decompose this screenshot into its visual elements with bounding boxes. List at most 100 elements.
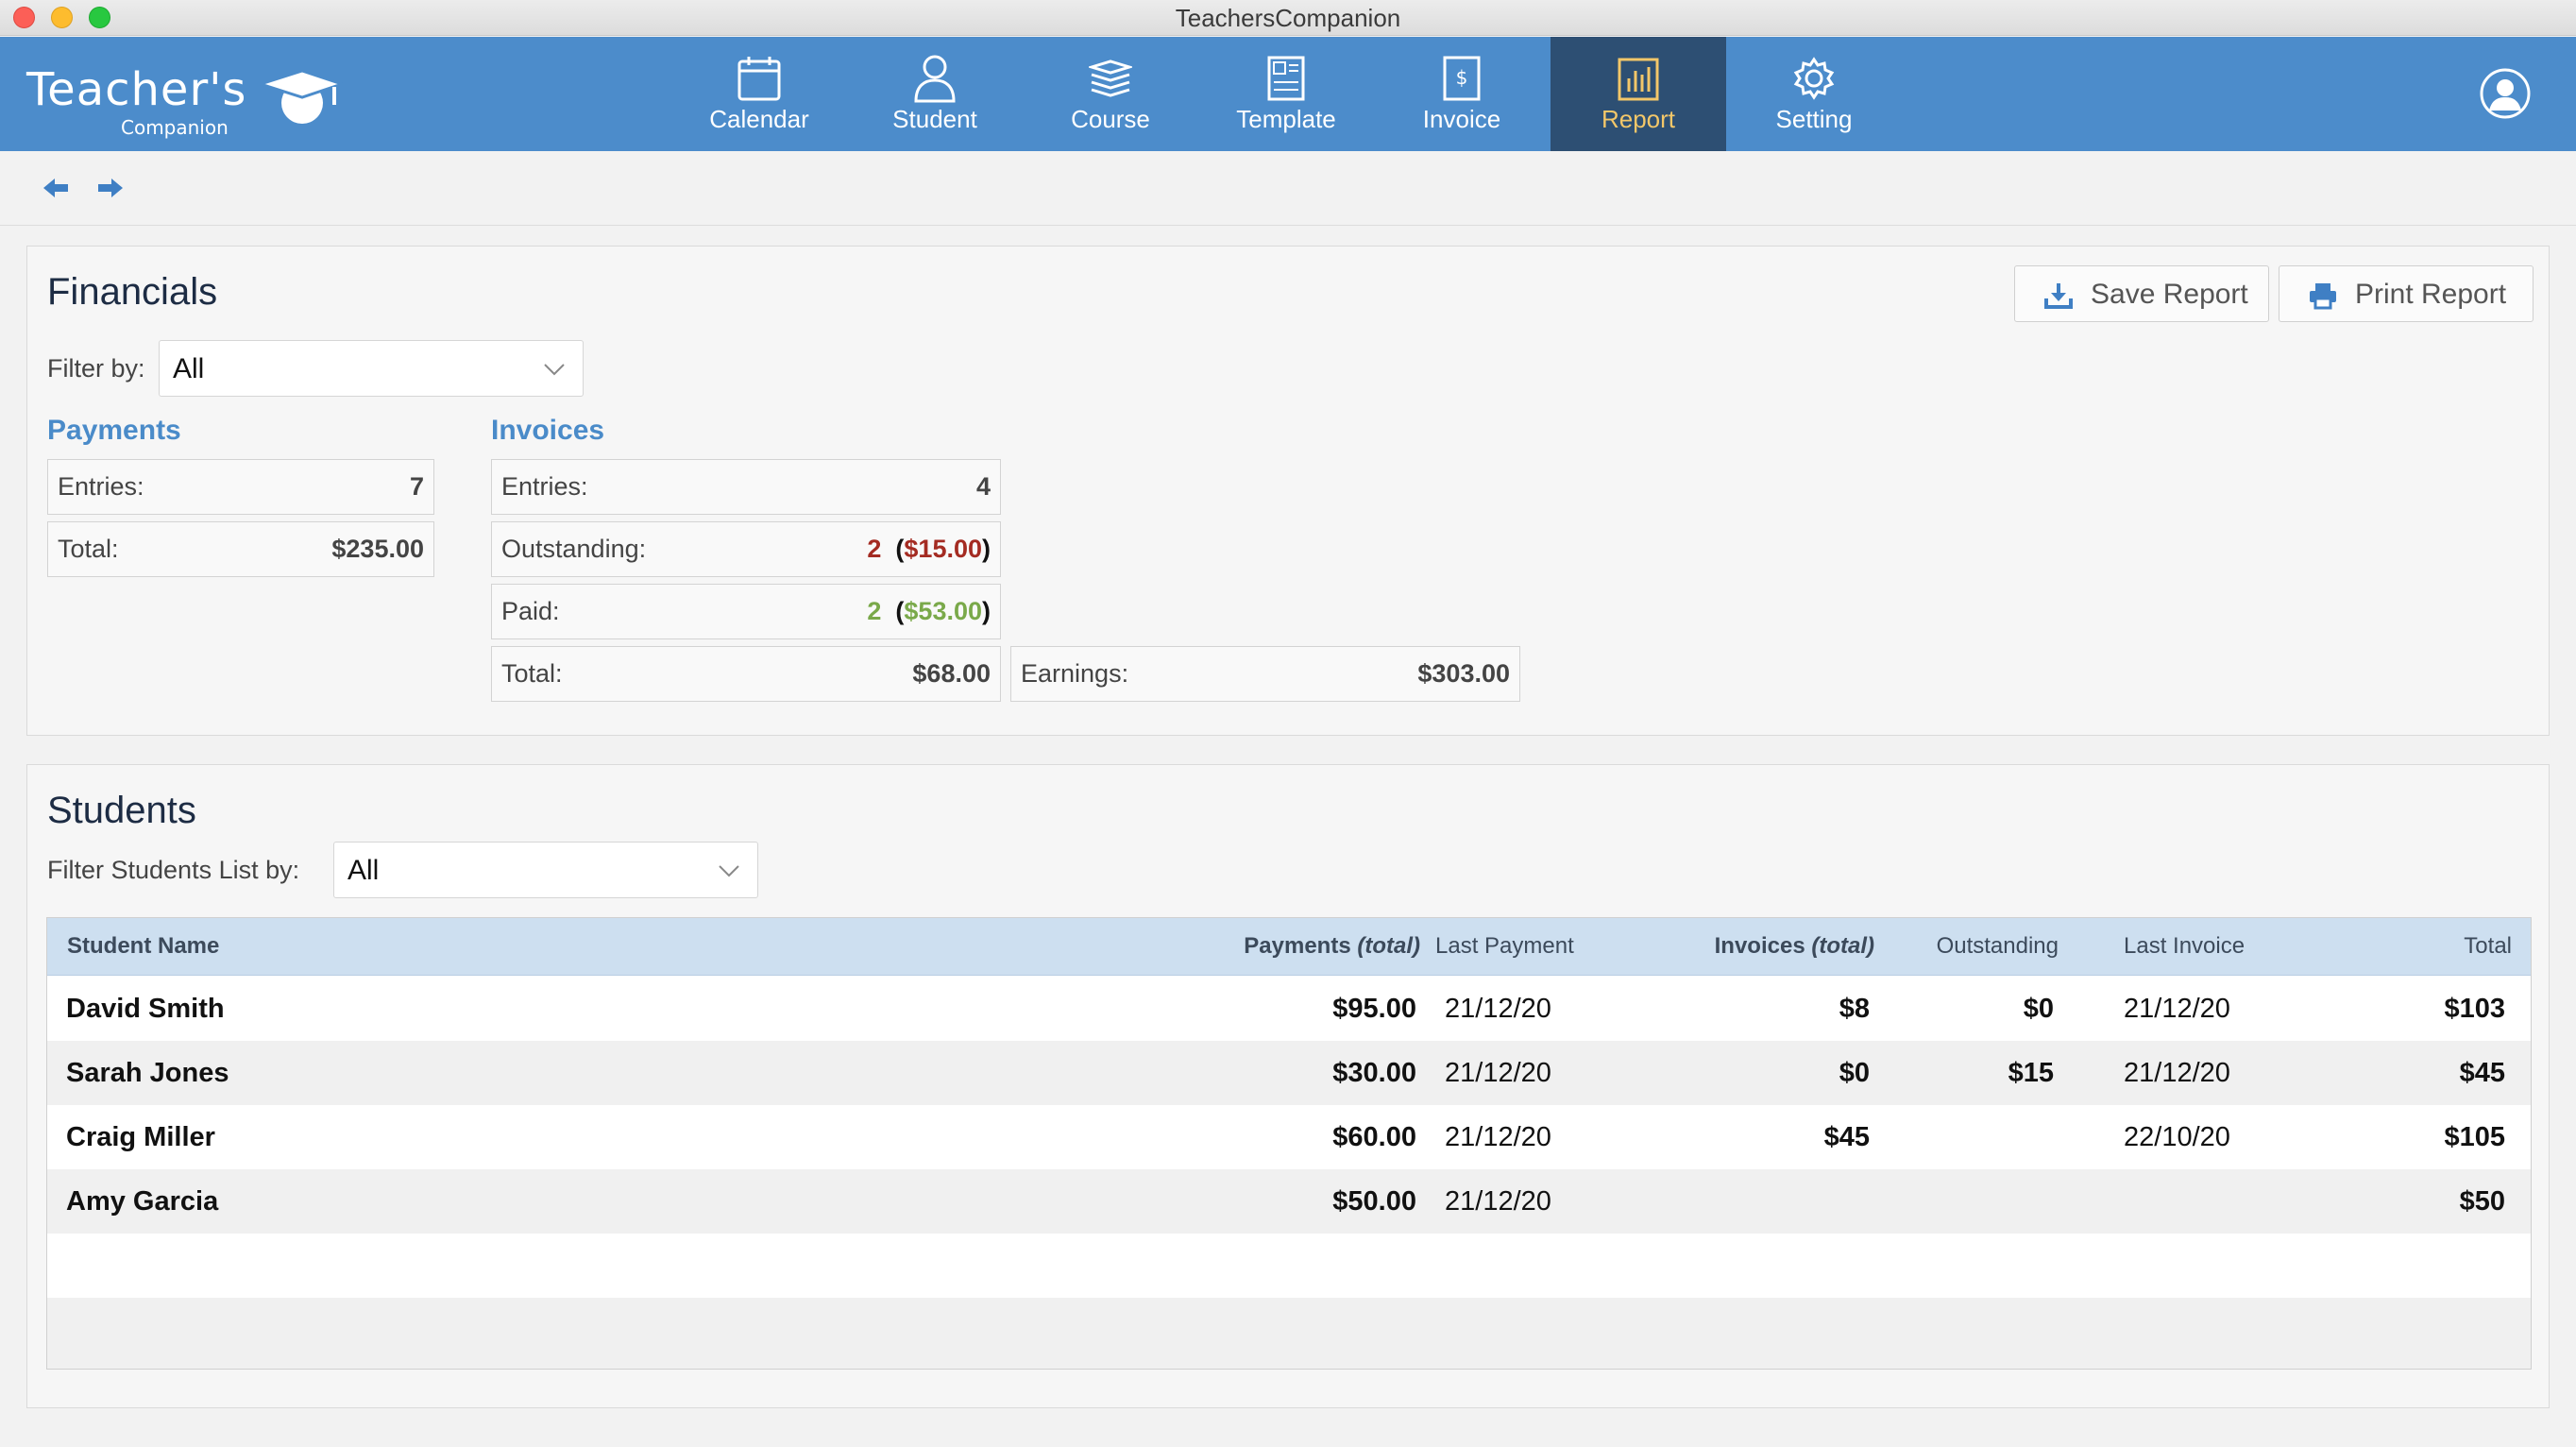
calendar-icon (737, 57, 781, 101)
payments-entries-field: Entries: 7 (47, 459, 434, 515)
cell-payments: $60.00 (1332, 1122, 1416, 1152)
cell-payments: $30.00 (1332, 1058, 1416, 1088)
payments-entries-label: Entries: (58, 472, 144, 501)
payments-total-field: Total: $235.00 (47, 521, 434, 577)
books-icon (1089, 60, 1132, 97)
nav-course-label: Course (1071, 105, 1150, 133)
financials-filter-select[interactable]: All (159, 340, 584, 397)
invoices-entries-label: Entries: (501, 472, 588, 501)
students-filter-value: All (347, 855, 380, 886)
cell-outstanding: $0 (2023, 994, 2054, 1024)
save-report-button[interactable]: Save Report (2014, 265, 2269, 322)
cell-invoices: $0 (1839, 1058, 1870, 1088)
chevron-down-icon (719, 865, 739, 877)
payments-heading: Payments (47, 415, 181, 446)
nav-student[interactable]: Student (847, 37, 1023, 151)
cell-name: Sarah Jones (66, 1058, 229, 1088)
col-invoices[interactable]: Invoices (total) (1572, 933, 1874, 960)
template-icon (1267, 56, 1305, 101)
filter-by-label: Filter by: (47, 354, 145, 383)
download-icon (2044, 283, 2073, 309)
col-payments[interactable]: Payments (total) (1118, 933, 1420, 960)
earnings-label: Earnings: (1021, 659, 1129, 688)
print-report-button[interactable]: Print Report (2279, 265, 2534, 322)
invoices-total-label: Total: (501, 659, 563, 688)
print-report-label: Print Report (2355, 279, 2507, 310)
cell-last-payment: 21/12/20 (1445, 1058, 1551, 1088)
user-profile-icon[interactable] (2480, 68, 2531, 119)
window-titlebar: TeachersCompanion (0, 0, 2576, 36)
table-row[interactable]: David Smith $95.00 21/12/20 $8 $0 21/12/… (47, 977, 2531, 1041)
cell-total: $45 (2459, 1058, 2505, 1088)
table-empty-row (47, 1234, 2531, 1298)
invoices-entries-value: 4 (975, 472, 991, 501)
nav-setting[interactable]: Setting (1726, 37, 1902, 151)
cell-last-payment: 21/12/20 (1445, 1186, 1551, 1217)
nav-report-label: Report (1601, 105, 1676, 133)
paid-count: 2 (867, 597, 882, 625)
invoices-outstanding-value: 2 ($15.00) (867, 535, 991, 563)
cell-outstanding: $15 (2008, 1058, 2054, 1088)
nav-invoice-label: Invoice (1422, 105, 1501, 133)
paid-amount: $53.00 (904, 597, 982, 625)
nav-template[interactable]: Template (1198, 37, 1374, 151)
col-last-invoice[interactable]: Last Invoice (2124, 933, 2245, 960)
invoices-paid-label: Paid: (501, 597, 560, 625)
svg-text:$: $ (1456, 66, 1468, 89)
graduation-cap-icon (256, 69, 344, 124)
cell-payments: $50.00 (1332, 1186, 1416, 1217)
invoice-icon: $ (1443, 56, 1481, 101)
save-report-label: Save Report (2091, 279, 2248, 310)
earnings-value: $303.00 (1417, 659, 1510, 688)
students-filter-select[interactable]: All (333, 842, 758, 898)
table-row[interactable]: Sarah Jones $30.00 21/12/20 $0 $15 21/12… (47, 1041, 2531, 1105)
payments-total-value: $235.00 (331, 535, 424, 563)
table-empty-row (47, 1298, 2531, 1369)
col-outstanding[interactable]: Outstanding (1870, 933, 2059, 960)
cell-invoices: $45 (1823, 1122, 1870, 1152)
table-row[interactable]: Craig Miller $60.00 21/12/20 $45 22/10/2… (47, 1105, 2531, 1169)
invoices-total-value: $68.00 (912, 659, 991, 688)
col-last-payment[interactable]: Last Payment (1435, 933, 1574, 960)
outstanding-count: 2 (867, 535, 882, 563)
table-row[interactable]: Amy Garcia $50.00 21/12/20 $50 (47, 1169, 2531, 1234)
cell-last-payment: 21/12/20 (1445, 994, 1551, 1024)
forward-arrow-icon[interactable] (96, 176, 125, 200)
cell-total: $103 (2444, 994, 2505, 1024)
bar-chart-icon (1618, 58, 1659, 101)
invoices-entries-field: Entries: 4 (491, 459, 1001, 515)
nav-student-label: Student (892, 105, 977, 133)
students-table: Student Name Payments (total) Last Payme… (46, 917, 2532, 1370)
nav-course[interactable]: Course (1023, 37, 1198, 151)
earnings-field: Earnings: $303.00 (1010, 646, 1520, 702)
outstanding-amount: $15.00 (904, 535, 982, 563)
toolbar-divider (0, 225, 2576, 226)
nav-calendar[interactable]: Calendar (671, 37, 847, 151)
col-student-name[interactable]: Student Name (67, 933, 219, 960)
cell-last-invoice: 21/12/20 (2124, 994, 2230, 1024)
app-logo: Teacher's Companion (26, 63, 344, 139)
invoices-outstanding-label: Outstanding: (501, 535, 647, 563)
nav-invoice[interactable]: $ Invoice (1374, 37, 1550, 151)
nav-template-label: Template (1236, 105, 1336, 133)
cell-last-invoice: 22/10/20 (2124, 1122, 2230, 1152)
cell-last-payment: 21/12/20 (1445, 1122, 1551, 1152)
back-arrow-icon[interactable] (42, 176, 70, 200)
cell-invoices: $8 (1839, 994, 1870, 1024)
nav-report[interactable]: Report (1551, 37, 1726, 151)
invoices-paid-value: 2 ($53.00) (867, 597, 991, 625)
person-icon (914, 55, 956, 103)
invoices-paid-field: Paid: 2 ($53.00) (491, 584, 1001, 639)
main-navbar: Teacher's Companion Calendar Student Cou… (0, 37, 2576, 151)
logo-main-text: Teacher's (26, 63, 247, 116)
cell-name: David Smith (66, 994, 225, 1024)
cell-name: Amy Garcia (66, 1186, 219, 1217)
payments-total-label: Total: (58, 535, 119, 563)
gear-icon (1793, 57, 1835, 100)
col-total[interactable]: Total (2323, 933, 2512, 960)
students-filter-label: Filter Students List by: (47, 856, 300, 884)
window-title: TeachersCompanion (1175, 4, 1401, 32)
financials-filter-value: All (173, 353, 205, 384)
cell-name: Craig Miller (66, 1122, 215, 1152)
cell-last-invoice: 21/12/20 (2124, 1058, 2230, 1088)
